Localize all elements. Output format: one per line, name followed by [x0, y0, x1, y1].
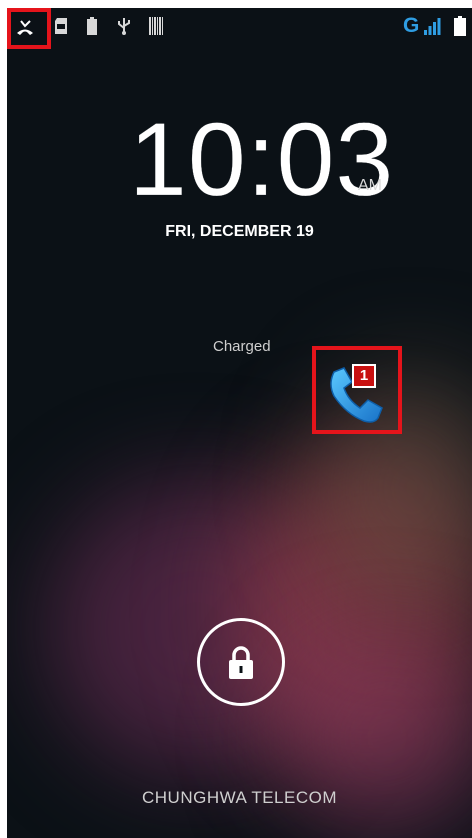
missed-call-count-badge: 1 [352, 364, 376, 388]
lock-screen: G 10:03 AM FRI, DECEMBER 19 Charged 1 CH… [7, 8, 472, 838]
signal-icon [423, 17, 441, 35]
network-type-label: G [403, 14, 420, 37]
missed-call-notification[interactable] [312, 346, 402, 434]
padlock-icon [229, 646, 253, 679]
battery-icon [454, 16, 466, 36]
status-icon-highlight [7, 8, 51, 49]
unlock-button[interactable] [197, 618, 285, 706]
barcode-icon [149, 17, 163, 35]
date-label: FRI, DECEMBER 19 [165, 223, 314, 240]
battery-small-icon [87, 17, 97, 35]
status-bar[interactable]: G [7, 8, 472, 46]
clock-ampm: AM [358, 177, 382, 194]
carrier-label: CHUNGHWA TELECOM [141, 788, 338, 807]
sd-card-icon [54, 17, 68, 35]
charging-status: Charged [213, 338, 271, 355]
usb-icon [117, 17, 131, 35]
clock-time: 10:03 [129, 102, 395, 218]
